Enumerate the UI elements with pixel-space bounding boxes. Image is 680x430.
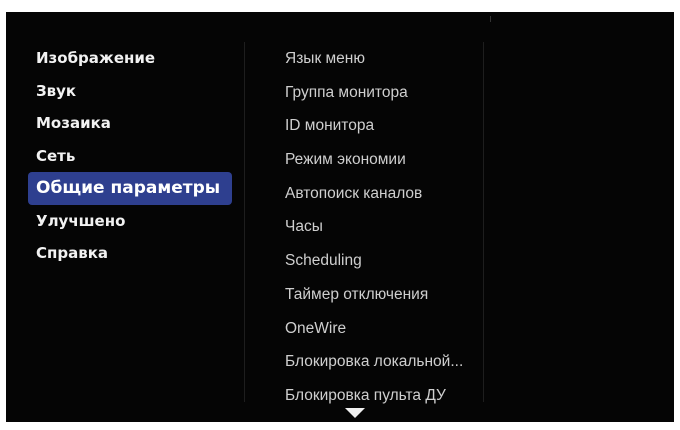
main-menu: Изображение Звук Мозаика Сеть Общие пара… (28, 42, 246, 270)
submenu-item-scheduling[interactable]: Scheduling (285, 244, 485, 278)
chevron-down-icon[interactable] (345, 408, 365, 418)
submenu-item-auto-search[interactable]: Автопоиск каналов (285, 177, 485, 211)
menu-item-advanced[interactable]: Улучшено (28, 205, 246, 238)
submenu: Язык меню Группа монитора ID монитора Ре… (285, 42, 485, 413)
submenu-item-eco-mode[interactable]: Режим экономии (285, 143, 485, 177)
submenu-item-onewire[interactable]: OneWire (285, 312, 485, 346)
column-divider (244, 42, 245, 402)
submenu-item-local-keyboard-lock[interactable]: Блокировка локальной... (285, 345, 485, 379)
submenu-item-menu-language[interactable]: Язык меню (285, 42, 485, 76)
menu-item-picture[interactable]: Изображение (28, 42, 246, 75)
menu-item-sound[interactable]: Звук (28, 75, 246, 108)
menu-item-help[interactable]: Справка (28, 237, 246, 270)
osd-menu-screen: Изображение Звук Мозаика Сеть Общие пара… (6, 12, 674, 422)
menu-item-tiling[interactable]: Мозаика (28, 107, 246, 140)
submenu-item-remote-lock[interactable]: Блокировка пульта ДУ (285, 379, 485, 413)
submenu-item-clock[interactable]: Часы (285, 210, 485, 244)
submenu-item-monitor-group[interactable]: Группа монитора (285, 76, 485, 110)
menu-item-general-settings[interactable]: Общие параметры (28, 172, 232, 205)
submenu-item-monitor-id[interactable]: ID монитора (285, 109, 485, 143)
submenu-item-sleep-timer[interactable]: Таймер отключения (285, 278, 485, 312)
menu-item-network[interactable]: Сеть (28, 140, 246, 173)
top-edge-mark (490, 16, 491, 22)
